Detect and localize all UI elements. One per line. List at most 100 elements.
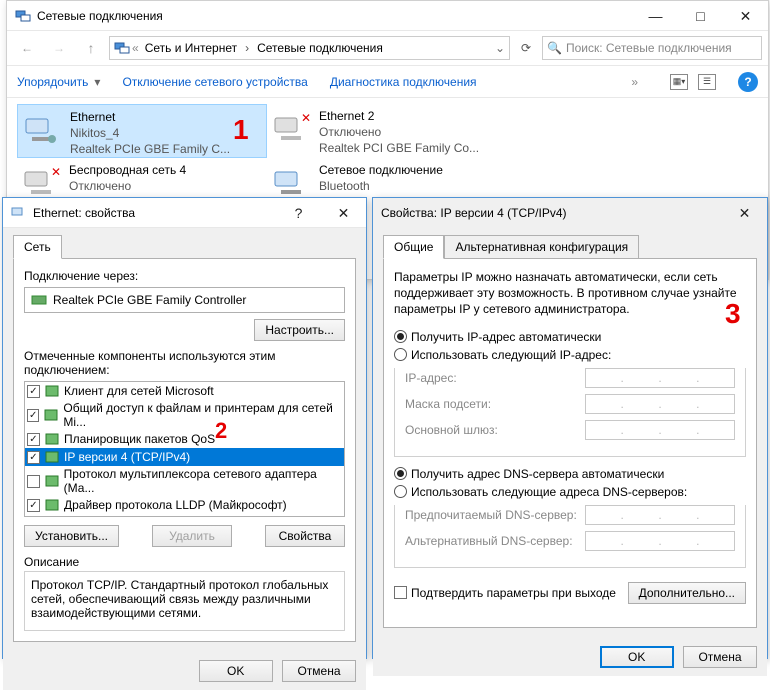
subnet-mask-field: ... xyxy=(585,394,735,414)
bluetooth-icon xyxy=(271,162,311,202)
ethernet-icon xyxy=(22,109,62,149)
cancel-button[interactable]: Отмена xyxy=(282,660,356,682)
connection-item-ethernet2[interactable]: ✕ Ethernet 2 Отключено Realtek PCI GBE F… xyxy=(267,104,517,158)
checkbox-icon[interactable] xyxy=(27,433,40,446)
properties-button[interactable]: Свойства xyxy=(265,525,345,547)
uninstall-button: Удалить xyxy=(152,525,232,547)
ok-button[interactable]: OK xyxy=(600,646,674,668)
components-label: Отмеченные компоненты используются этим … xyxy=(24,349,345,377)
radio-icon xyxy=(394,467,407,480)
minimize-button[interactable]: — xyxy=(633,1,678,31)
ok-button[interactable]: OK xyxy=(199,660,273,682)
back-button[interactable]: ← xyxy=(13,34,41,62)
search-input[interactable]: 🔍 Поиск: Сетевые подключения xyxy=(542,36,762,60)
chevron-right-icon xyxy=(243,41,251,55)
list-item[interactable]: Общий доступ к файлам и принтерам для се… xyxy=(25,400,344,430)
tab-network[interactable]: Сеть xyxy=(13,235,62,259)
checkbox-icon[interactable] xyxy=(27,451,40,464)
eprops-title: Ethernet: свойства xyxy=(33,206,276,220)
adapter-field[interactable]: Realtek PCIe GBE Family Controller xyxy=(24,287,345,313)
organize-menu[interactable]: Упорядочить xyxy=(17,75,88,89)
component-icon xyxy=(43,407,59,423)
component-label: Клиент для сетей Microsoft xyxy=(64,384,214,398)
breadcrumb[interactable]: Сетевые подключения xyxy=(253,39,387,57)
component-icon xyxy=(44,431,60,447)
component-icon xyxy=(44,473,60,489)
checkbox-icon[interactable] xyxy=(27,385,40,398)
disable-device-button[interactable]: Отключение сетевого устройства xyxy=(122,75,307,89)
eprops-titlebar: Ethernet: свойства ? ✕ xyxy=(3,198,366,228)
help-button[interactable]: ? xyxy=(738,72,758,92)
component-label: Планировщик пакетов QoS xyxy=(64,432,215,446)
explorer-navbar: ← → ↑ « Сеть и Интернет Сетевые подключе… xyxy=(7,31,768,66)
ethernet-icon: ✕ xyxy=(271,108,311,148)
network-icon xyxy=(15,8,31,24)
connect-using-label: Подключение через: xyxy=(24,269,345,283)
alternate-dns-field: ... xyxy=(585,531,735,551)
refresh-button[interactable]: ⟳ xyxy=(514,37,538,59)
ip-address-field: ... xyxy=(585,368,735,388)
component-label: Общий доступ к файлам и принтерам для се… xyxy=(63,401,342,429)
ethernet-icon xyxy=(11,205,27,221)
checkbox-icon[interactable] xyxy=(27,517,40,518)
radio-dns-auto[interactable]: Получить адрес DNS-сервера автоматически xyxy=(394,467,746,481)
close-button[interactable]: ✕ xyxy=(722,198,767,228)
list-item[interactable]: Протокол мультиплексора сетевого адаптер… xyxy=(25,466,344,496)
cancel-button[interactable]: Отмена xyxy=(683,646,757,668)
checkbox-icon[interactable] xyxy=(27,499,40,512)
chevron-down-icon[interactable]: ⌄ xyxy=(495,41,505,55)
list-item[interactable]: Клиент для сетей Microsoft xyxy=(25,382,344,400)
checkbox-icon[interactable] xyxy=(27,409,39,422)
search-icon: 🔍 xyxy=(547,41,562,55)
components-listbox[interactable]: Клиент для сетей Microsoft Общий доступ к… xyxy=(24,381,345,517)
view-large-icon[interactable]: ▦▾ xyxy=(670,74,688,90)
list-item[interactable]: IP версии 6 (TCP/IPv6) xyxy=(25,514,344,517)
forward-button[interactable]: → xyxy=(45,34,73,62)
list-item[interactable]: IP версии 4 (TCP/IPv4) xyxy=(25,448,344,466)
component-label: Протокол мультиплексора сетевого адаптер… xyxy=(64,467,342,495)
list-item[interactable]: Драйвер протокола LLDP (Майкрософт) xyxy=(25,496,344,514)
view-details-icon[interactable]: ☰ xyxy=(698,74,716,90)
explorer-title: Сетевые подключения xyxy=(37,9,633,23)
radio-icon xyxy=(394,485,407,498)
component-label: IP версии 6 (TCP/IPv6) xyxy=(64,516,190,517)
tab-alternative[interactable]: Альтернативная конфигурация xyxy=(444,235,639,259)
configure-button[interactable]: Настроить... xyxy=(254,319,345,341)
list-item[interactable]: Планировщик пакетов QoS xyxy=(25,430,344,448)
nic-icon xyxy=(31,292,47,308)
explorer-toolbar: Упорядочить▾ Отключение сетевого устройс… xyxy=(7,66,768,98)
checkbox-icon[interactable] xyxy=(27,475,40,488)
svg-text:✕: ✕ xyxy=(51,165,61,179)
breadcrumb[interactable]: Сеть и Интернет xyxy=(141,39,241,57)
component-icon xyxy=(44,383,60,399)
validate-checkbox[interactable]: Подтвердить параметры при выходе xyxy=(394,586,616,600)
address-bar[interactable]: « Сеть и Интернет Сетевые подключения ⌄ xyxy=(109,36,510,60)
close-button[interactable]: ✕ xyxy=(321,198,366,228)
svg-text:✕: ✕ xyxy=(301,111,311,125)
radio-dns-manual[interactable]: Использовать следующие адреса DNS-сервер… xyxy=(394,485,746,499)
install-button[interactable]: Установить... xyxy=(24,525,119,547)
tab-general[interactable]: Общие xyxy=(383,235,444,259)
radio-icon xyxy=(394,330,407,343)
chevron-right-icon: » xyxy=(631,75,638,89)
close-button[interactable]: ✕ xyxy=(723,1,768,31)
diagnose-button[interactable]: Диагностика подключения xyxy=(330,75,477,89)
description-label: Описание xyxy=(24,555,345,569)
ipv4-titlebar: Свойства: IP версии 4 (TCP/IPv4) ✕ xyxy=(373,198,767,228)
gateway-field: ... xyxy=(585,420,735,440)
radio-ip-manual[interactable]: Использовать следующий IP-адрес: xyxy=(394,348,746,362)
explorer-titlebar: Сетевые подключения — □ ✕ xyxy=(7,1,768,31)
up-button[interactable]: ↑ xyxy=(77,34,105,62)
component-icon xyxy=(44,449,60,465)
description-text: Протокол TCP/IP. Стандартный протокол гл… xyxy=(24,571,345,631)
component-label: Драйвер протокола LLDP (Майкрософт) xyxy=(64,498,287,512)
component-label: IP версии 4 (TCP/IPv4) xyxy=(64,450,190,464)
connection-item-ethernet[interactable]: Ethernet Nikitos_4 Realtek PCIe GBE Fami… xyxy=(17,104,267,158)
help-button[interactable]: ? xyxy=(276,198,321,228)
wifi-icon: ✕ xyxy=(21,162,61,202)
advanced-button[interactable]: Дополнительно... xyxy=(628,582,746,604)
radio-ip-auto[interactable]: Получить IP-адрес автоматически xyxy=(394,330,746,344)
maximize-button[interactable]: □ xyxy=(678,1,723,31)
ipv4-intro: Параметры IP можно назначать автоматичес… xyxy=(394,269,746,318)
radio-icon xyxy=(394,348,407,361)
